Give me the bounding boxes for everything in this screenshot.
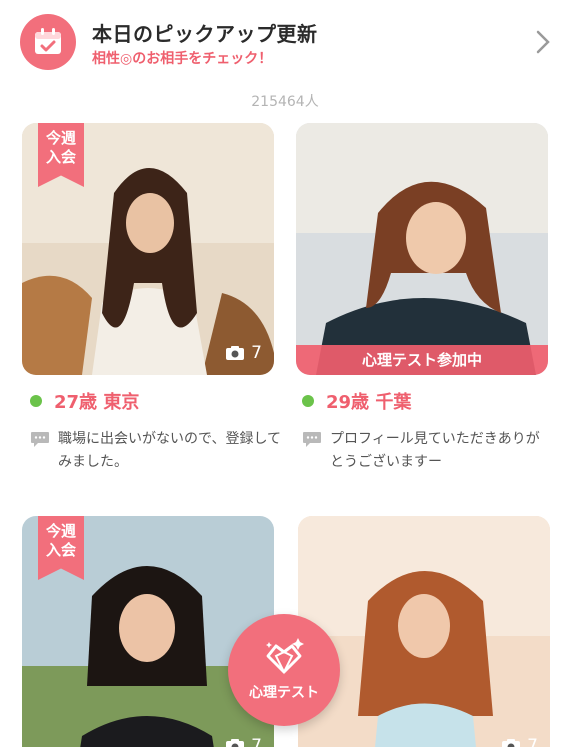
photo-count: 7 (501, 736, 538, 747)
camera-icon (226, 346, 245, 360)
photo-count: 7 (225, 343, 262, 363)
profile-card[interactable]: 心理テスト参加中 (296, 123, 548, 375)
speech-bubble-icon (31, 432, 49, 447)
age-area: 29歳 千葉 (326, 392, 412, 413)
profile-info: 27歳 東京 職場に出会いがないので、登録してみました。 (30, 388, 290, 474)
age-area: 27歳 東京 (54, 392, 140, 413)
profile-info: 29歳 千葉 プロフィール見ていただきありがとうございますー (302, 388, 552, 474)
profile-message: プロフィール見ていただきありがとうございますー (330, 431, 540, 470)
camera-icon (502, 739, 521, 747)
psych-test-band: 心理テスト参加中 (296, 345, 548, 375)
profile-message: 職場に出会いがないので、登録してみました。 (58, 431, 282, 470)
pickup-subtitle: 相性◎のお相手をチェック！ (92, 51, 273, 67)
profile-photo (298, 516, 550, 747)
pickup-title: 本日のピックアップ更新 (92, 22, 318, 46)
camera-icon (226, 739, 245, 747)
profile-card[interactable]: 今週 入会 7 (22, 516, 274, 747)
online-indicator (30, 395, 42, 407)
profile-card[interactable]: 7 (298, 516, 550, 747)
heart-diamond-icon (266, 638, 304, 675)
pickup-count: 215464人 (251, 94, 319, 110)
speech-bubble-icon (303, 432, 321, 447)
pickup-header[interactable]: 本日のピックアップ更新 相性◎のお相手をチェック！ (0, 0, 570, 88)
psych-test-label: 心理テスト (249, 685, 319, 701)
psych-test-button[interactable]: 心理テスト (228, 614, 340, 726)
online-indicator (302, 395, 314, 407)
chevron-right-icon[interactable] (536, 30, 550, 58)
profile-photo (296, 123, 548, 375)
profile-card[interactable]: 今週 入会 7 (22, 123, 274, 375)
calendar-check-icon (20, 14, 76, 70)
photo-count: 7 (225, 736, 262, 747)
